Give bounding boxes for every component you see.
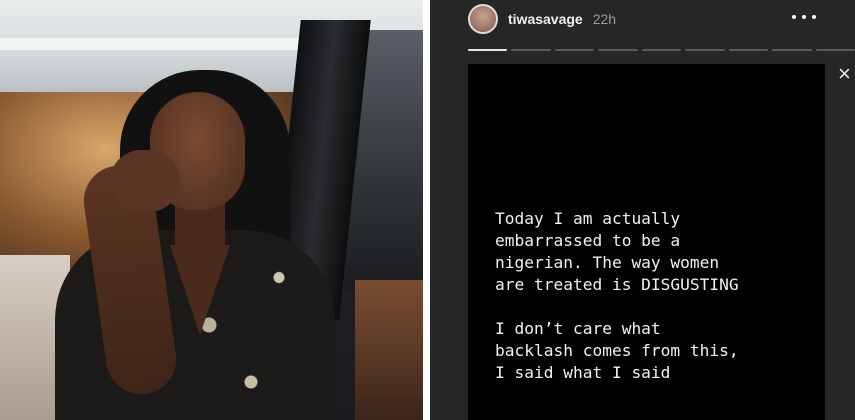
- progress-segment: [511, 49, 551, 51]
- progress-segment: [554, 49, 595, 51]
- avatar[interactable]: [468, 4, 498, 34]
- story-text: Today I am actually embarrassed to be a …: [495, 209, 739, 382]
- progress-segment: [685, 49, 725, 51]
- more-icon[interactable]: [792, 8, 816, 26]
- progress-segment: [772, 49, 812, 51]
- progress-segment: [468, 49, 508, 51]
- roof-highlight: [0, 38, 330, 50]
- neckline: [170, 245, 230, 335]
- progress-segment: [641, 49, 682, 51]
- instagram-story: tiwasavage 22h × Today I am actually emb…: [430, 0, 855, 420]
- story-progress-bar: [468, 49, 855, 51]
- profile-photo: [0, 0, 423, 420]
- progress-segment: [728, 49, 769, 51]
- divider: [423, 0, 430, 420]
- story-username[interactable]: tiwasavage: [508, 11, 583, 27]
- progress-segment: [815, 49, 855, 51]
- progress-segment: [598, 49, 638, 51]
- close-icon[interactable]: ×: [838, 63, 851, 85]
- hand: [110, 150, 180, 212]
- story-header: tiwasavage 22h: [468, 3, 828, 35]
- story-timestamp: 22h: [592, 11, 617, 27]
- story-content[interactable]: Today I am actually embarrassed to be a …: [468, 64, 825, 420]
- car-seat: [355, 280, 423, 420]
